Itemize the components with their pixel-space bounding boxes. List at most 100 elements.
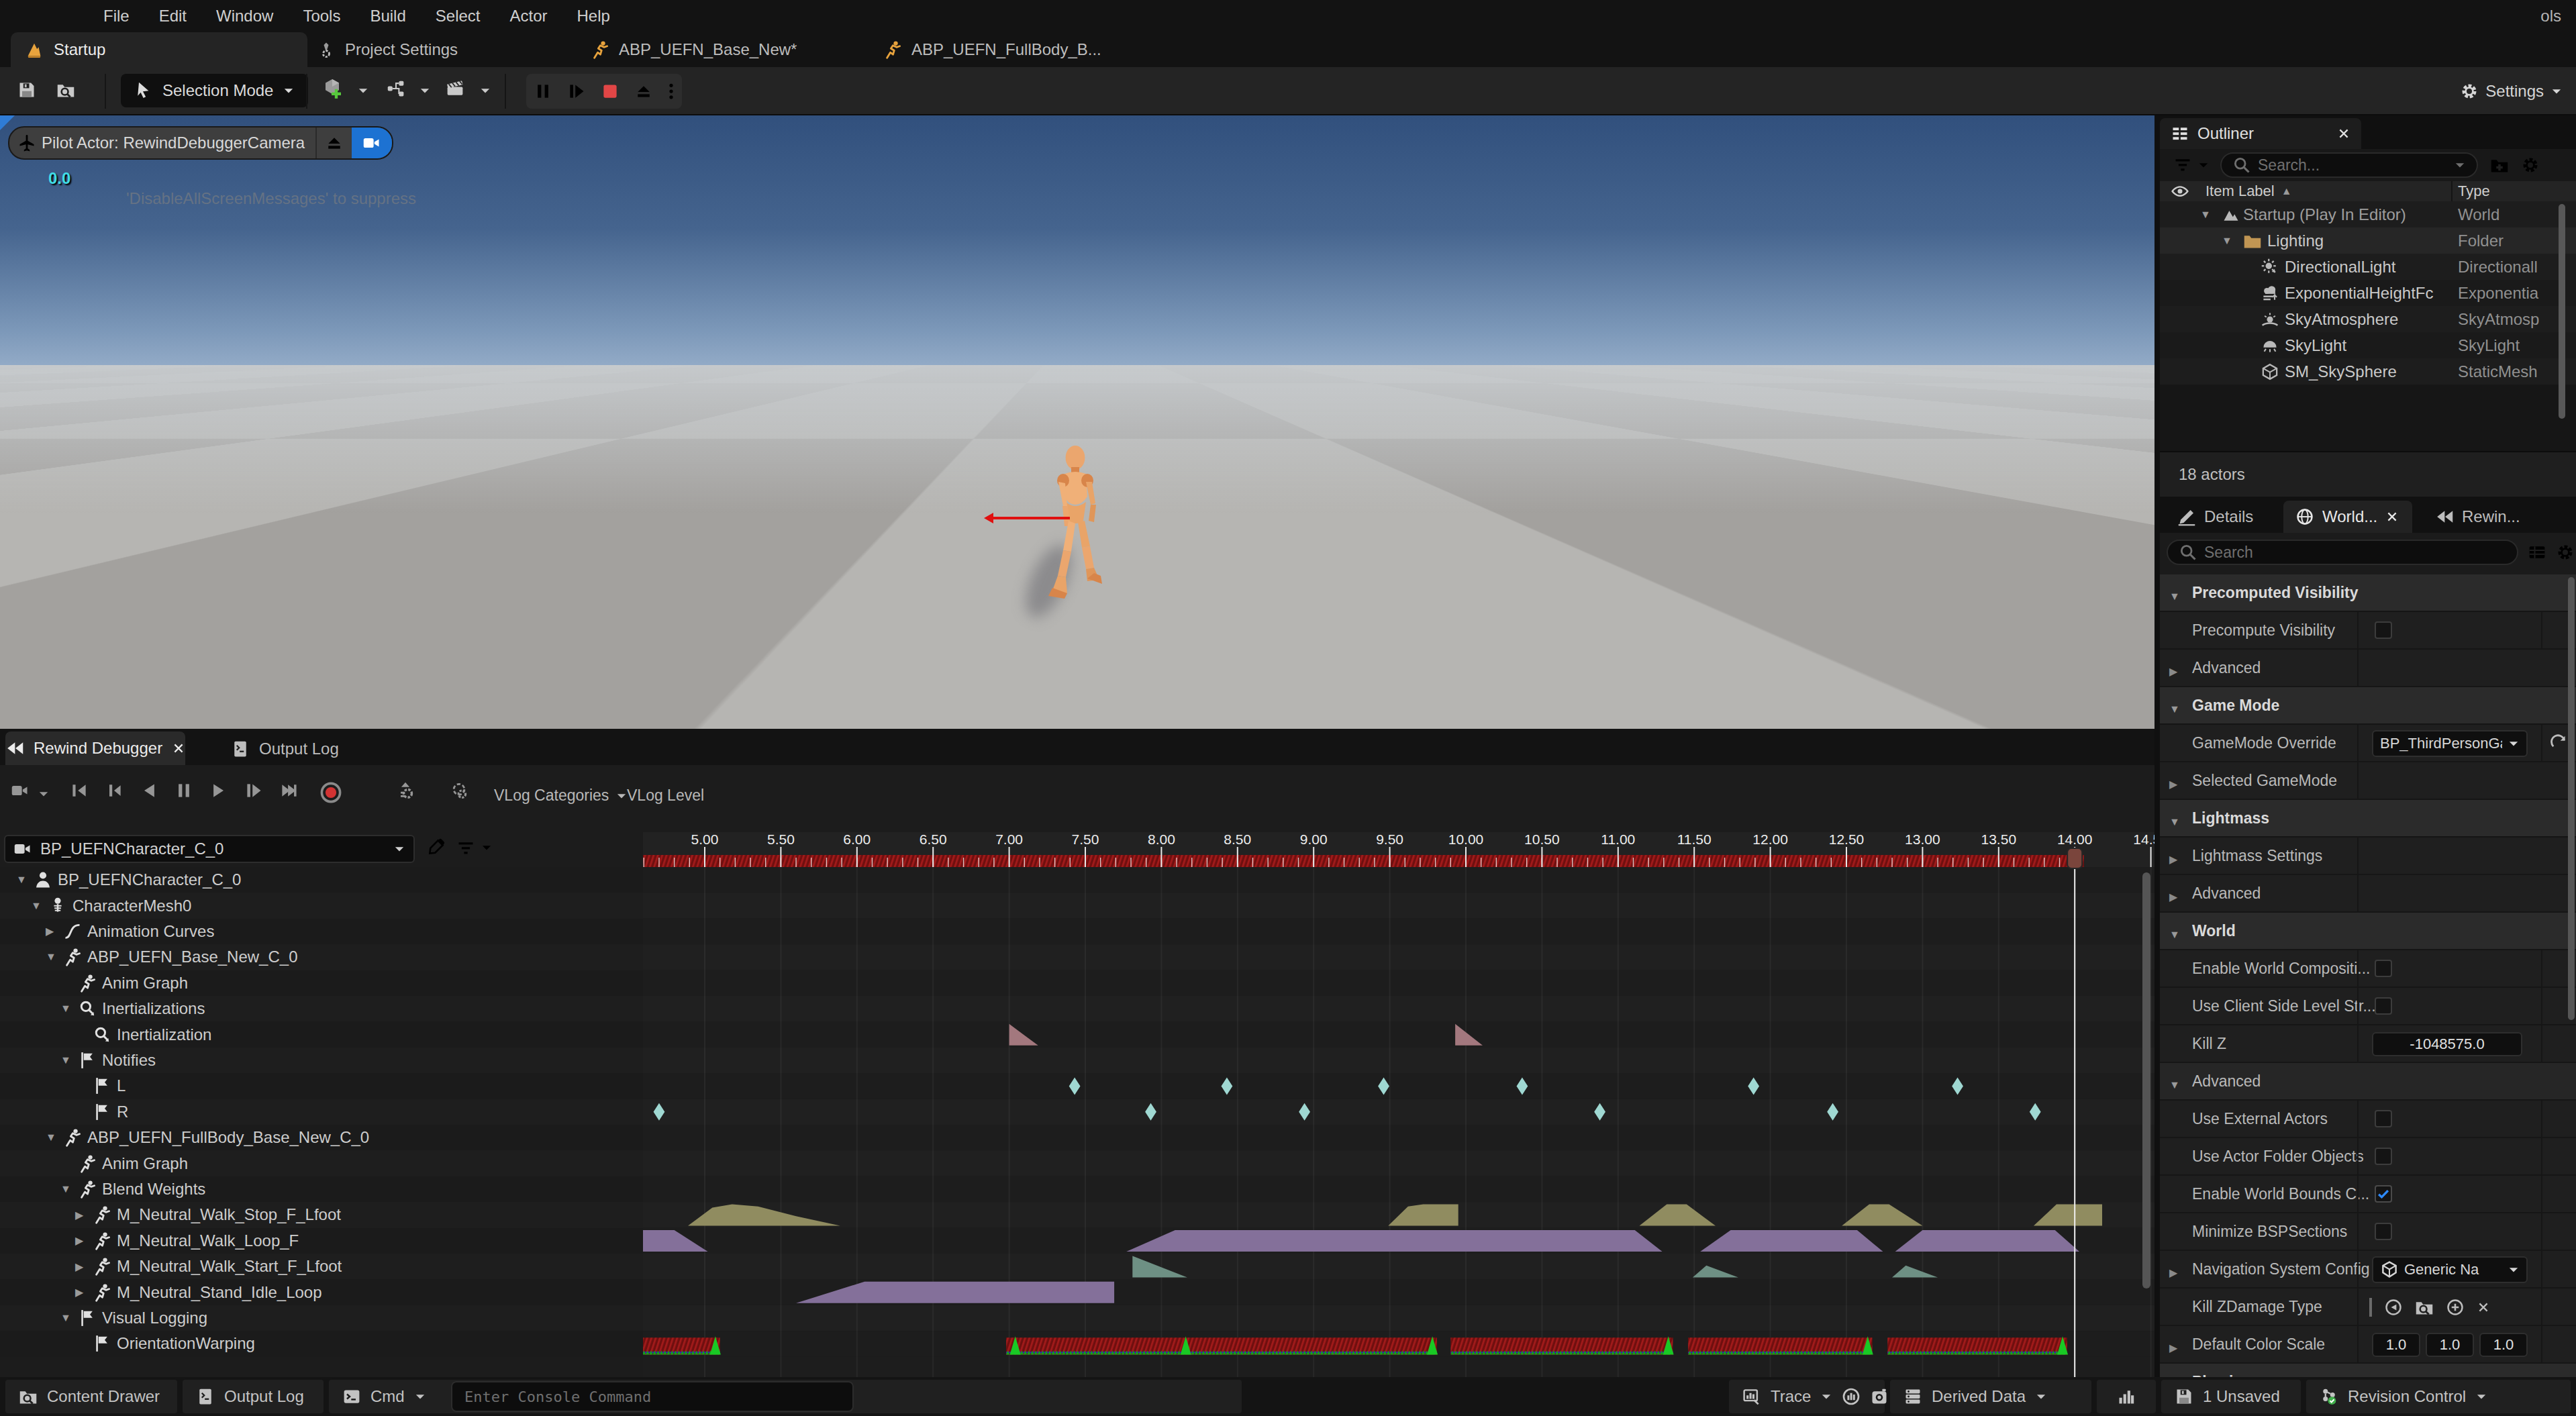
color-scale-r[interactable]: 1.0	[2372, 1333, 2420, 1357]
console-command-input[interactable]: Enter Console Command	[451, 1381, 854, 1412]
reset-icon[interactable]	[2549, 734, 2568, 753]
tab-outliner[interactable]: Outliner	[2160, 118, 2361, 149]
chevron-down-icon[interactable]	[38, 788, 50, 800]
tab-rewind-debugger[interactable]: Rewind Debugger	[5, 731, 185, 765]
expand-arrow[interactable]: ▶	[75, 1260, 83, 1273]
property-selected-gamemode[interactable]: ▶Selected GameMode	[2160, 762, 2576, 800]
expand-arrow[interactable]: ▼	[60, 1183, 71, 1195]
snapshot-icon[interactable]	[1870, 1387, 1889, 1406]
circleft-icon[interactable]	[2384, 1298, 2403, 1317]
menu-item-build[interactable]: Build	[355, 0, 420, 32]
tree-row-inertialization[interactable]: Inertialization	[0, 1021, 643, 1047]
menu-item-edit[interactable]: Edit	[144, 0, 201, 32]
folderloupe-icon[interactable]	[2415, 1298, 2434, 1317]
menu-item-actor[interactable]: Actor	[495, 0, 562, 32]
expand-arrow[interactable]: ▼	[60, 1312, 71, 1324]
color-scale-g[interactable]: 1.0	[2426, 1333, 2474, 1357]
stop-button[interactable]	[593, 74, 627, 109]
outliner-row-exponentialheightfc[interactable]: ExponentialHeightFcExponentia	[2160, 280, 2576, 306]
expand-arrow[interactable]: ▼	[2169, 1370, 2180, 1378]
property-enable-world-compositi-[interactable]: Enable World Compositi...	[2160, 950, 2576, 988]
tree-row-notifies[interactable]: ▼Notifies	[0, 1048, 643, 1073]
expand-arrow[interactable]: ▼	[16, 874, 27, 886]
property-kill-zdamage-type[interactable]: Kill ZDamage Type	[2160, 1288, 2576, 1326]
selection-mode-dropdown[interactable]: Selection Mode	[121, 74, 308, 107]
more-options-icon[interactable]	[660, 74, 682, 109]
property-enable-world-bounds-c-[interactable]: Enable World Bounds C...	[2160, 1176, 2576, 1213]
dropdown-gamemode-override[interactable]: BP_ThirdPersonGa	[2372, 730, 2528, 757]
property-default-color-scale[interactable]: ▶Default Color Scale1.01.01.0	[2160, 1326, 2576, 1364]
eject-gear-icon[interactable]	[396, 781, 415, 800]
expand-arrow[interactable]: ▼	[60, 1003, 71, 1015]
unsaved-button[interactable]: 1 Unsaved	[2161, 1380, 2301, 1413]
tree-row-orientationwarping[interactable]: OrientationWarping	[0, 1331, 643, 1356]
expand-arrow[interactable]: ▶	[75, 1209, 83, 1221]
browse-content-icon[interactable]	[56, 81, 75, 99]
pilot-actor-bar[interactable]: Pilot Actor: RewindDebuggerCamera	[8, 126, 393, 160]
camera-icon[interactable]	[11, 781, 30, 800]
property-minimize-bspsections[interactable]: Minimize BSPSections	[2160, 1213, 2576, 1251]
eye-icon[interactable]	[2171, 182, 2189, 201]
dropdown-navigation-system-config[interactable]: Generic Na	[2372, 1256, 2528, 1283]
property-advanced[interactable]: ▶Advanced	[2160, 650, 2576, 687]
tree-row-charactermesh0[interactable]: ▼CharacterMesh0	[0, 893, 643, 918]
tree-row-m-neutral-walk-loop-f[interactable]: ▶M_Neutral_Walk_Loop_F	[0, 1228, 643, 1254]
expand-arrow[interactable]: ▶	[2169, 881, 2177, 906]
tab-abp-uefn-base-new-[interactable]: ABP_UEFN_Base_New*	[577, 32, 859, 67]
checkbox-checked[interactable]	[2375, 1185, 2392, 1203]
pause-button[interactable]	[175, 781, 193, 800]
property-precomputed-visibility[interactable]: ▼Precomputed Visibility	[2160, 574, 2576, 612]
tab-project-settings[interactable]: Project Settings	[303, 32, 505, 67]
expand-arrow[interactable]: ▶	[2169, 656, 2177, 680]
tree-row-m-neutral-walk-stop-f-lfoot[interactable]: ▶M_Neutral_Walk_Stop_F_Lfoot	[0, 1202, 643, 1227]
tree-row-r[interactable]: R	[0, 1099, 643, 1125]
tree-row-abp-uefn-base-new-c-0[interactable]: ▼ABP_UEFN_Base_New_C_0	[0, 944, 643, 970]
plusc-icon[interactable]	[2446, 1298, 2465, 1317]
property-navigation-system-config[interactable]: ▶Navigation System ConfigGeneric Na	[2160, 1251, 2576, 1288]
property-kill-z[interactable]: Kill Z-1048575.0	[2160, 1025, 2576, 1063]
menu-item-tools[interactable]: Tools	[288, 0, 355, 32]
checkbox-unchecked[interactable]	[2375, 621, 2392, 639]
tree-row-m-neutral-stand-idle-loop[interactable]: ▶M_Neutral_Stand_Idle_Loop	[0, 1279, 643, 1305]
settings-button[interactable]: Settings	[2460, 74, 2563, 109]
output-log-button[interactable]: Output Log	[183, 1380, 324, 1413]
level-viewport[interactable]: Pilot Actor: RewindDebuggerCamera 0.0 'D…	[0, 115, 2154, 729]
property-use-client-side-level-str-[interactable]: Use Client Side Level Str...	[2160, 988, 2576, 1025]
checkbox-unchecked[interactable]	[2375, 997, 2392, 1015]
tree-row-l[interactable]: L	[0, 1073, 643, 1099]
property-use-actor-folder-objects[interactable]: Use Actor Folder Objects	[2160, 1138, 2576, 1176]
step-forward-button[interactable]	[244, 781, 263, 800]
details-scrollbar[interactable]	[2568, 577, 2575, 1020]
camera-view-button[interactable]	[352, 128, 392, 158]
property-game-mode[interactable]: ▼Game Mode	[2160, 687, 2576, 725]
debug-target-dropdown[interactable]: BP_UEFNCharacter_C_0	[4, 835, 415, 863]
timeline-scrollbar[interactable]	[2142, 872, 2150, 1288]
trace-gear-icon[interactable]	[450, 781, 468, 800]
outliner-row-directionallight[interactable]: DirectionalLightDirectionall	[2160, 254, 2576, 280]
save-icon[interactable]	[17, 81, 36, 99]
display-grid-icon[interactable]	[2528, 543, 2546, 562]
expand-arrow[interactable]: ▶	[2169, 1332, 2177, 1357]
property-physics[interactable]: ▼Physics	[2160, 1364, 2576, 1377]
property-gamemode-override[interactable]: GameMode OverrideBP_ThirdPersonGa	[2160, 725, 2576, 762]
menu-item-window[interactable]: Window	[201, 0, 288, 32]
expand-arrow[interactable]: ▼	[60, 1054, 71, 1066]
insights-icon[interactable]	[1842, 1387, 1861, 1406]
tree-row-inertializations[interactable]: ▼Inertializations	[0, 996, 643, 1021]
outliner-row-startup-play-in-editor-[interactable]: ▼Startup (Play In Editor)World	[2160, 201, 2576, 227]
tab-output-log[interactable]: Output Log	[231, 731, 339, 766]
tab-rewin-[interactable]: Rewin...	[2423, 501, 2544, 533]
checkbox-unchecked[interactable]	[2375, 960, 2392, 977]
outliner-search-input[interactable]: Search...	[2220, 152, 2478, 178]
cinematics-button[interactable]	[446, 79, 464, 98]
expand-arrow[interactable]: ▼	[46, 1131, 56, 1144]
trace-button[interactable]: Trace	[1729, 1380, 1885, 1413]
outliner-row-skylight[interactable]: SkyLightSkyLight	[2160, 332, 2576, 358]
derived-data-button[interactable]: Derived Data	[1890, 1380, 2091, 1413]
expand-arrow[interactable]: ▼	[2169, 693, 2180, 718]
add-folder-icon[interactable]	[2490, 156, 2509, 174]
expand-arrow[interactable]: ▼	[2222, 235, 2232, 247]
checkbox-unchecked[interactable]	[2375, 1148, 2392, 1165]
blueprints-button[interactable]	[387, 79, 405, 98]
tree-row-abp-uefn-fullbody-base-new-c-0[interactable]: ▼ABP_UEFN_FullBody_Base_New_C_0	[0, 1125, 643, 1150]
